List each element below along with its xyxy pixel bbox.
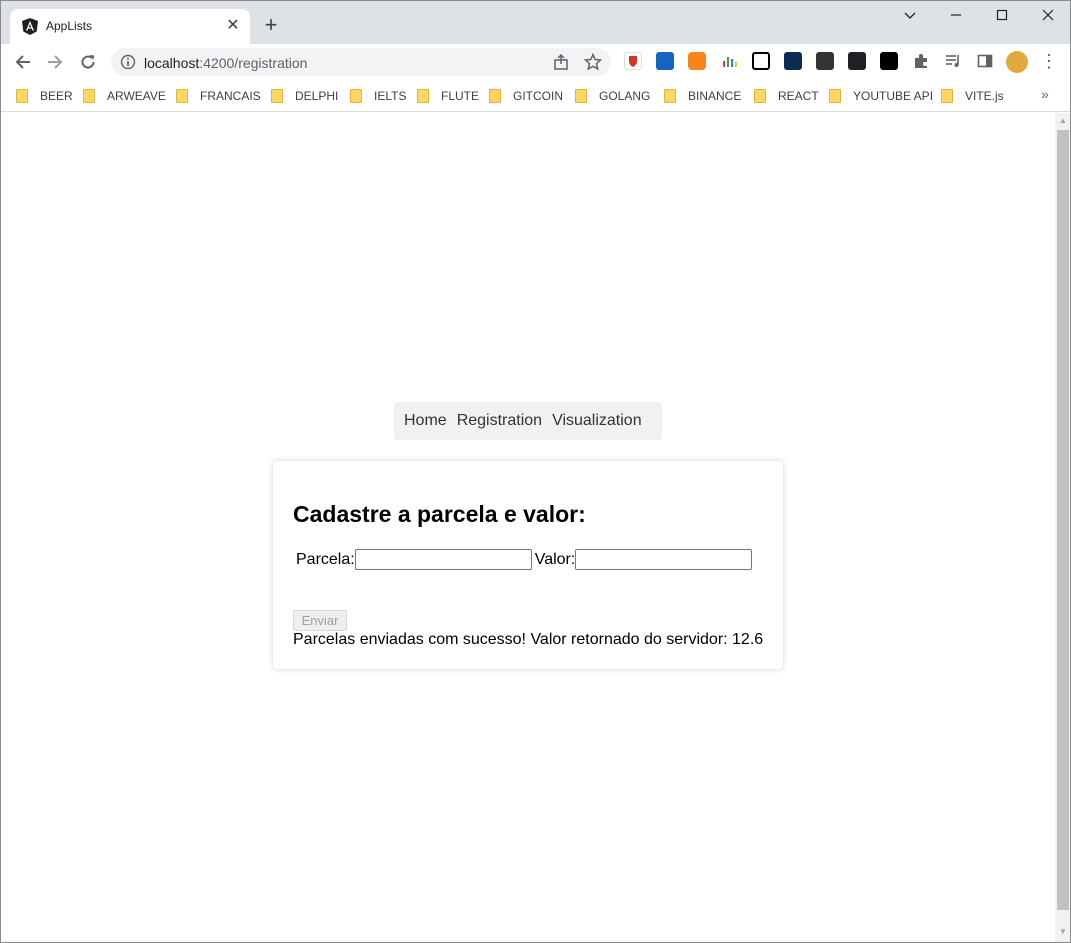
browser-toolbar: localhost:4200/registration ⋮ (1, 44, 1070, 80)
form-row: Parcela: Valor: (296, 549, 755, 570)
bookmark-item[interactable]: FLUTE (417, 87, 479, 105)
bookmarks-bar: BEER ARWEAVE FRANCAIS DELPHI IELTS FLUTE… (1, 80, 1070, 112)
maximize-icon[interactable] (992, 7, 1012, 27)
folder-icon (489, 89, 501, 103)
app-navbar: Home Registration Visualization (394, 402, 662, 440)
bookmark-item[interactable]: DELPHI (271, 87, 338, 105)
nav-link-registration[interactable]: Registration (457, 412, 542, 430)
status-message: Parcelas enviadas com sucesso! Valor ret… (293, 631, 764, 648)
folder-icon (664, 89, 676, 103)
folder-icon (941, 89, 953, 103)
address-bar[interactable]: localhost:4200/registration (111, 48, 611, 76)
folder-icon (83, 89, 95, 103)
menu-kebab-icon[interactable]: ⋮ (1040, 52, 1058, 72)
new-tab-button[interactable]: + (259, 14, 283, 38)
bookmark-item[interactable]: IELTS (350, 87, 406, 105)
close-tab-icon[interactable]: ✕ (224, 17, 242, 35)
extension-c-icon[interactable] (848, 52, 866, 70)
scroll-up-icon[interactable]: ▲ (1058, 116, 1068, 126)
parcela-label: Parcela: (296, 550, 355, 568)
angular-icon (22, 18, 38, 35)
submit-button[interactable]: Enviar (293, 610, 347, 631)
bookmark-item[interactable]: GITCOIN (489, 87, 563, 105)
bookmark-item[interactable]: ARWEAVE (83, 87, 166, 105)
folder-icon (350, 89, 362, 103)
puzzle-icon[interactable] (912, 52, 930, 70)
folder-icon (829, 89, 841, 103)
side-panel-icon[interactable] (976, 52, 994, 70)
folder-icon (16, 89, 28, 103)
back-icon[interactable] (11, 50, 35, 74)
extension-openai-icon[interactable] (880, 52, 898, 70)
tab-applists[interactable]: AppLists ✕ (10, 9, 250, 44)
scroll-down-icon[interactable]: ▼ (1058, 927, 1068, 937)
url-text: localhost:4200/registration (144, 55, 308, 71)
bookmark-item[interactable]: BINANCE (664, 87, 741, 105)
page-scrollbar[interactable]: ▲ ▼ (1055, 113, 1070, 942)
profile-avatar[interactable] (1006, 51, 1028, 73)
valor-label: Valor: (534, 550, 576, 568)
scroll-thumb[interactable] (1057, 130, 1069, 910)
bookmark-item[interactable]: FRANCAIS (176, 87, 261, 105)
extension-shield-icon[interactable] (624, 52, 642, 70)
form-heading: Cadastre a parcela e valor: (293, 501, 586, 527)
bookmark-item[interactable]: BEER (16, 87, 73, 105)
page-viewport: Home Registration Visualization Cadastre… (1, 113, 1055, 942)
bookmarks-overflow-button[interactable]: » (1041, 86, 1049, 102)
media-queue-icon[interactable] (944, 52, 962, 70)
info-icon[interactable] (120, 54, 136, 70)
extension-chart-icon[interactable] (720, 52, 738, 70)
extension-dapp-icon[interactable] (784, 52, 802, 70)
bookmark-item[interactable]: VITE.js (941, 87, 1004, 105)
bookmark-item[interactable]: YOUTUBE API (829, 87, 933, 105)
folder-icon (176, 89, 188, 103)
tab-search-icon[interactable] (900, 7, 920, 27)
browser-window: AppLists ✕ + localhost:4200/registration… (0, 0, 1071, 943)
bookmark-item[interactable]: GOLANG (575, 87, 650, 105)
registration-card: Cadastre a parcela e valor: Parcela: Val… (273, 461, 783, 669)
share-icon[interactable] (552, 53, 570, 71)
tab-strip: AppLists ✕ + (1, 1, 1070, 44)
parcela-input[interactable] (354, 549, 532, 570)
extension-ps-icon[interactable] (752, 52, 770, 70)
forward-icon[interactable] (43, 50, 67, 74)
nav-link-home[interactable]: Home (404, 412, 447, 430)
tab-title: AppLists (46, 19, 93, 33)
close-window-icon[interactable] (1038, 7, 1058, 27)
folder-icon (575, 89, 587, 103)
bookmark-star-icon[interactable] (584, 53, 602, 71)
reload-icon[interactable] (76, 50, 100, 74)
minimize-icon[interactable] (946, 7, 966, 27)
metamask-icon[interactable] (688, 52, 706, 70)
folder-icon (271, 89, 283, 103)
folder-icon (417, 89, 429, 103)
extension-uvt-icon[interactable] (656, 52, 674, 70)
folder-icon (754, 89, 766, 103)
bookmark-item[interactable]: REACT (754, 87, 819, 105)
valor-input[interactable] (575, 549, 753, 570)
extension-b-icon[interactable] (816, 52, 834, 70)
nav-link-visualization[interactable]: Visualization (552, 412, 642, 430)
